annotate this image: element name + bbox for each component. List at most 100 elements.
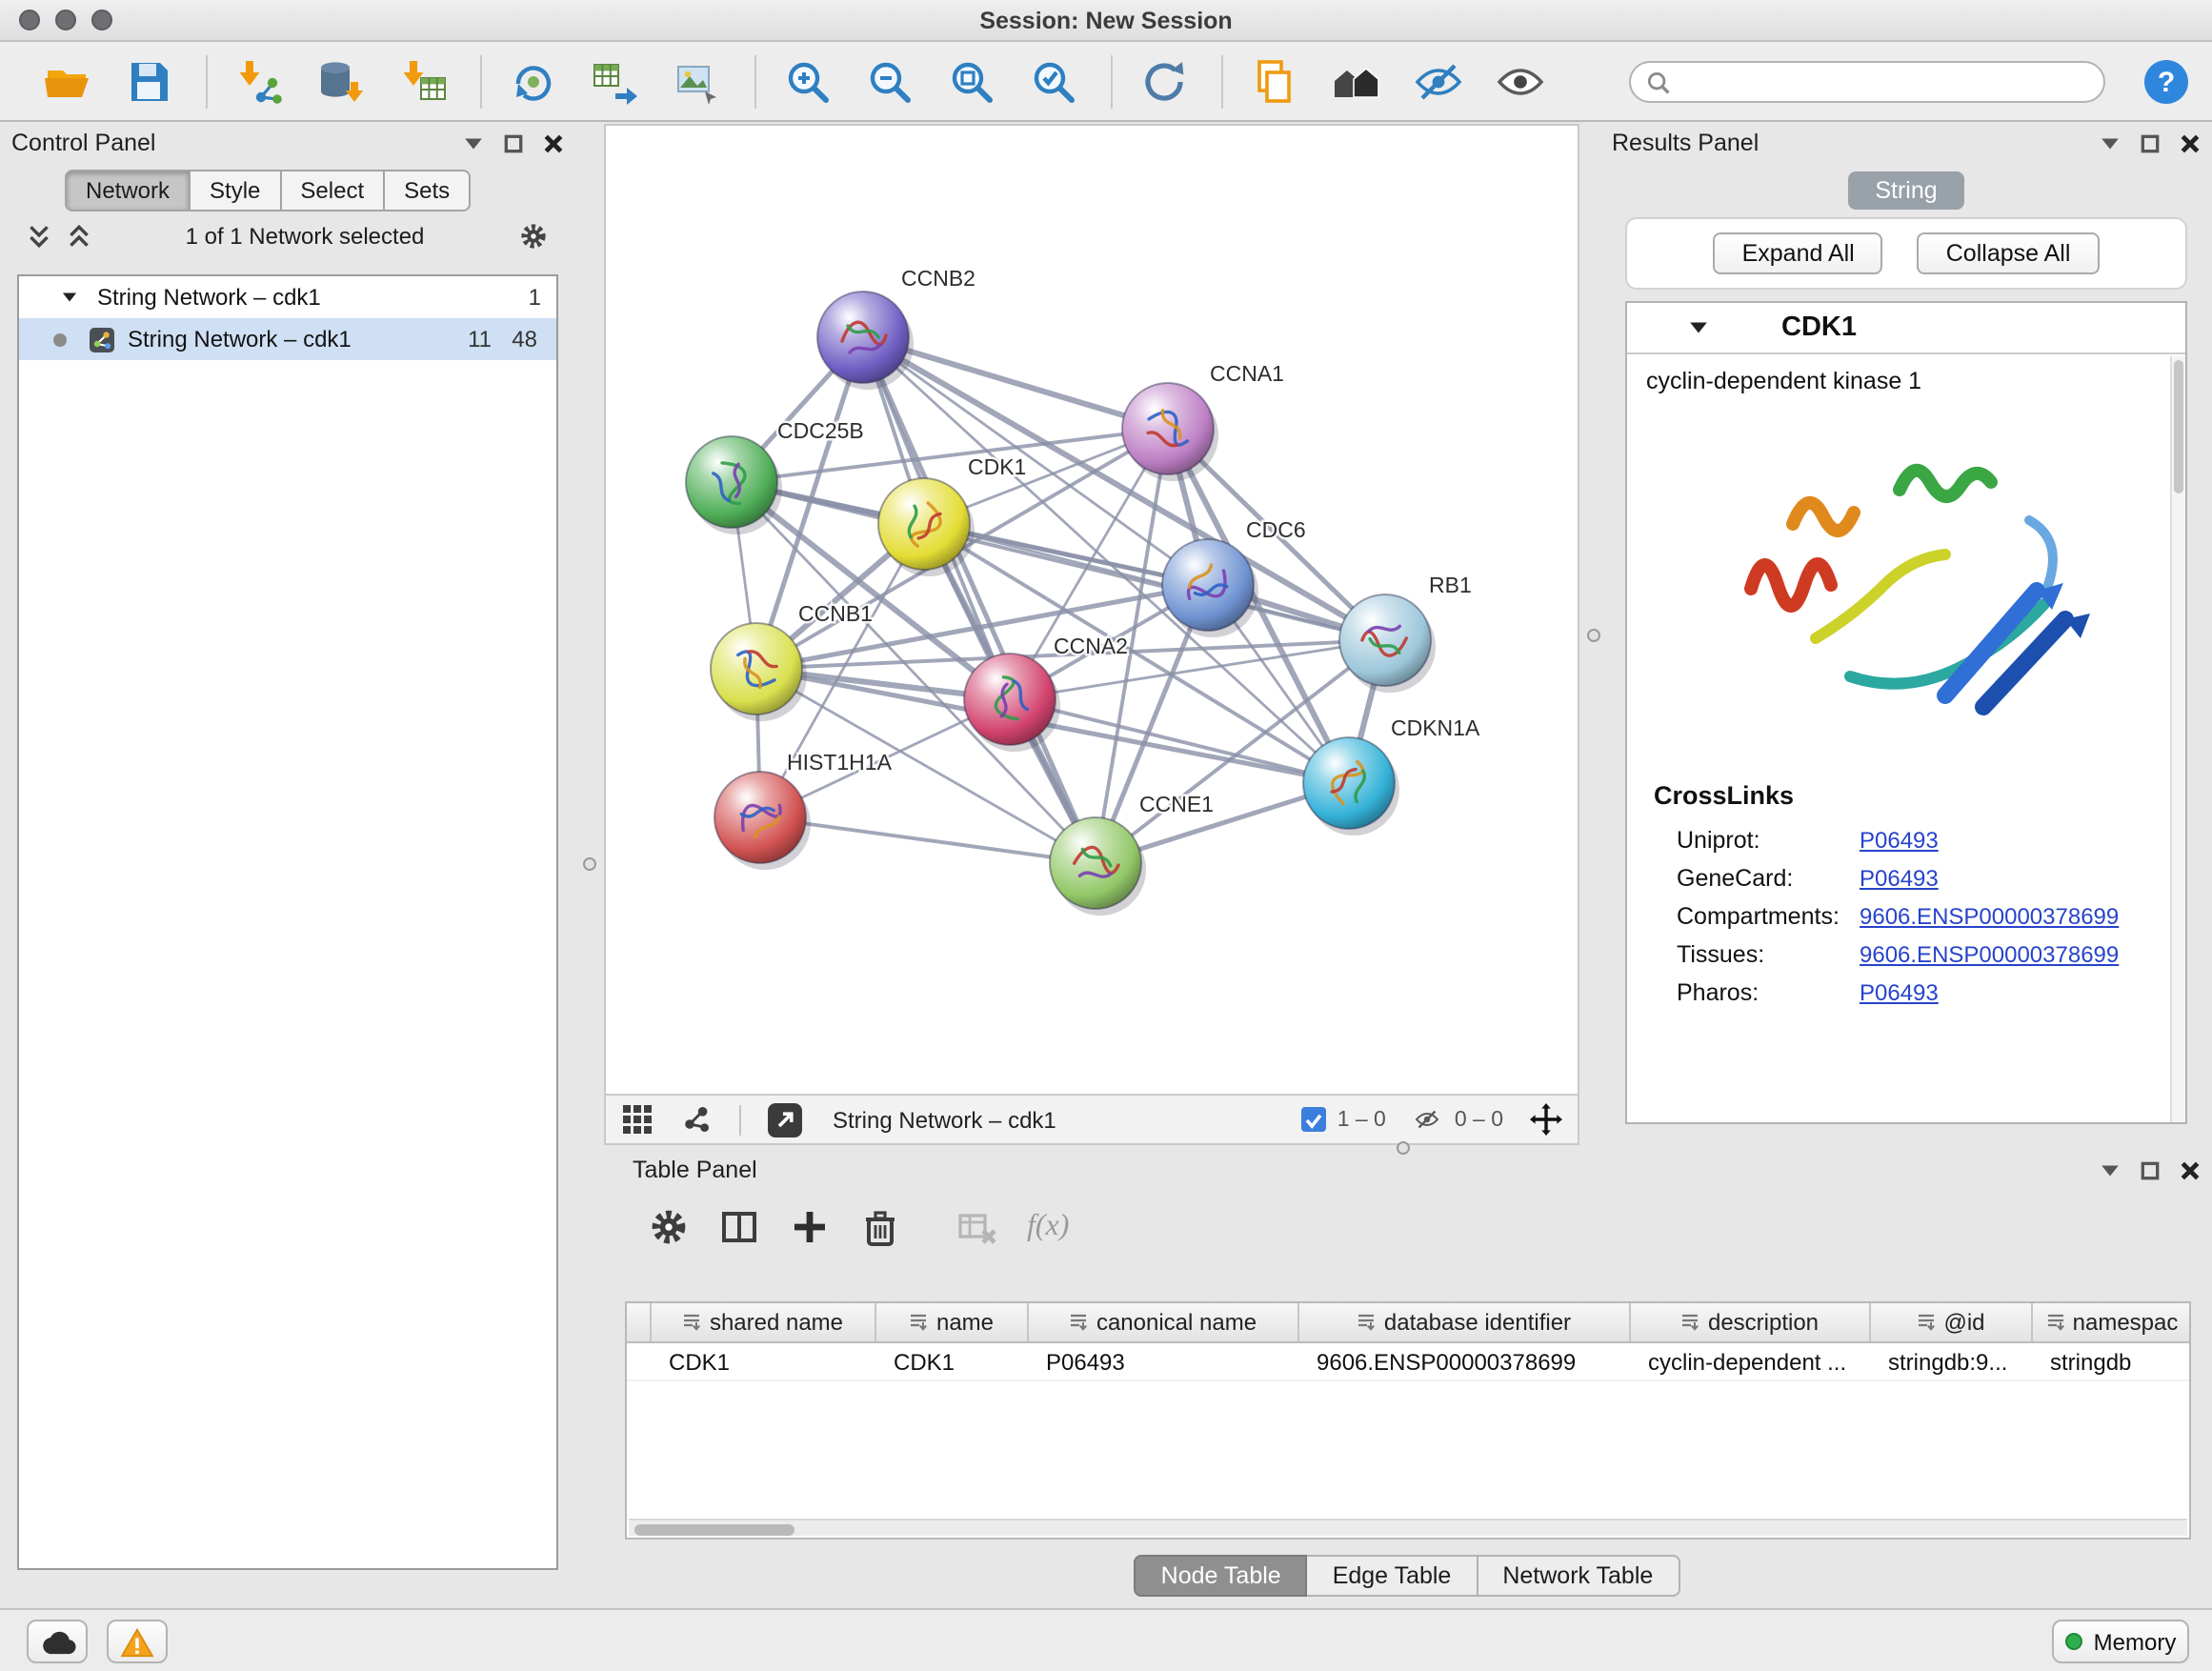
column-header-description[interactable]: description [1631, 1303, 1871, 1341]
expand-all-icon[interactable] [27, 223, 51, 250]
search-input[interactable] [1671, 69, 2088, 95]
expand-all-button[interactable]: Expand All [1714, 232, 1883, 274]
table-cell[interactable]: stringdb [2033, 1343, 2191, 1379]
table-row[interactable]: CDK1CDK1P064939606.ENSP00000378699cyclin… [627, 1343, 2189, 1381]
tab-select[interactable]: Select [281, 170, 385, 211]
panel-menu-icon[interactable] [2100, 1159, 2121, 1180]
table-settings-gear-icon[interactable] [648, 1206, 690, 1248]
panel-menu-icon[interactable] [463, 132, 484, 153]
results-scrollbar[interactable] [2170, 356, 2185, 1122]
function-builder-fx[interactable]: f(x) [1027, 1210, 1069, 1244]
help-button[interactable]: ? [2142, 57, 2191, 107]
table-cell[interactable]: cyclin-dependent ... [1631, 1343, 1871, 1379]
network-row-selected[interactable]: String Network – cdk1 11 48 [19, 318, 556, 360]
collapse-all-icon[interactable] [67, 223, 91, 250]
zoom-in-button[interactable] [783, 56, 833, 106]
gear-icon[interactable] [518, 221, 549, 252]
column-header--id[interactable]: @id [1871, 1303, 2033, 1341]
apply-layout-button[interactable] [1139, 56, 1189, 106]
tab-edge-table[interactable]: Edge Table [1308, 1555, 1478, 1597]
table-hscrollbar[interactable] [629, 1519, 2187, 1536]
float-panel-icon[interactable] [2140, 132, 2161, 153]
crosslink-link[interactable]: 9606.ENSP00000378699 [1860, 903, 2119, 930]
edge-CCNB2-CCNE1[interactable] [863, 337, 1096, 863]
network-glyph-icon[interactable] [680, 1103, 713, 1136]
zoom-out-button[interactable] [865, 56, 915, 106]
node-RB1[interactable]: RB1 [1339, 573, 1472, 693]
tab-sets[interactable]: Sets [385, 170, 471, 211]
tab-style[interactable]: Style [191, 170, 281, 211]
column-header-name[interactable]: name [876, 1303, 1029, 1341]
node-CDC6[interactable]: CDC6 [1162, 517, 1306, 637]
table-cell[interactable]: P06493 [1029, 1343, 1299, 1379]
table-cell[interactable]: CDK1 [652, 1343, 876, 1379]
network-canvas-svg[interactable]: CCNB2CCNA1CDC25BCDK1CDC6RB1CCNB1CCNA2CDK… [606, 126, 1578, 1094]
splitter-handle-left[interactable] [583, 857, 596, 871]
column-header-canonical-name[interactable]: canonical name [1029, 1303, 1299, 1341]
splitter-handle-right[interactable] [1587, 629, 1600, 642]
column-header-namespac[interactable]: namespac [2033, 1303, 2191, 1341]
close-panel-icon[interactable] [2180, 1159, 2201, 1180]
toolbar-separator [1111, 54, 1113, 108]
hide-graphics-button[interactable] [1414, 56, 1463, 106]
tab-network[interactable]: Network [65, 170, 191, 211]
maximize-window-button[interactable] [91, 10, 112, 30]
delete-column-icon[interactable] [859, 1206, 901, 1248]
open-in-new-icon[interactable] [768, 1102, 802, 1137]
copy-document-button[interactable] [1250, 56, 1299, 106]
crosslink-link[interactable]: 9606.ENSP00000378699 [1860, 941, 2119, 968]
home-pages-button[interactable] [1332, 56, 1381, 106]
close-window-button[interactable] [19, 10, 40, 30]
table-cell[interactable]: CDK1 [876, 1343, 1029, 1379]
selected-checkbox-icon[interactable] [1301, 1107, 1326, 1132]
pan-move-icon[interactable] [1530, 1103, 1562, 1136]
node-CCNA1[interactable]: CCNA1 [1122, 361, 1284, 481]
hscroll-thumb[interactable] [634, 1523, 794, 1535]
import-table-file-button[interactable] [398, 56, 448, 106]
minimize-window-button[interactable] [55, 10, 76, 30]
node-HIST1H1A[interactable]: HIST1H1A [714, 750, 893, 870]
warnings-button[interactable] [107, 1620, 168, 1663]
node-CDK1[interactable]: CDK1 [878, 454, 1026, 576]
tab-string[interactable]: String [1848, 171, 1963, 210]
network-tools-button[interactable] [509, 56, 558, 106]
float-panel-icon[interactable] [503, 132, 524, 153]
collapse-all-button[interactable]: Collapse All [1918, 232, 2100, 274]
tab-network-table[interactable]: Network Table [1478, 1555, 1679, 1597]
edge-count: 48 [492, 326, 537, 352]
network-collection-row[interactable]: String Network – cdk1 1 [19, 276, 556, 318]
fit-content-button[interactable] [947, 56, 996, 106]
close-panel-icon[interactable] [543, 132, 564, 153]
export-image-button[interactable] [673, 56, 722, 106]
table-cell[interactable]: stringdb:9... [1871, 1343, 2033, 1379]
splitter-handle-bottom[interactable] [1397, 1141, 1410, 1155]
crosslink-link[interactable]: P06493 [1860, 827, 1939, 854]
cloud-button[interactable] [27, 1620, 88, 1663]
open-session-button[interactable] [42, 56, 91, 106]
birds-eye-grid-icon[interactable] [621, 1103, 654, 1136]
export-table-button[interactable] [591, 56, 640, 106]
entry-collapse-triangle-icon[interactable] [1688, 318, 1709, 337]
column-header-database-identifier[interactable]: database identifier [1299, 1303, 1631, 1341]
table-cell[interactable]: 9606.ENSP00000378699 [1299, 1343, 1631, 1379]
zoom-selected-button[interactable] [1029, 56, 1078, 106]
tab-node-table[interactable]: Node Table [1135, 1555, 1308, 1597]
panel-menu-icon[interactable] [2100, 132, 2121, 153]
select-columns-icon[interactable] [718, 1206, 760, 1248]
close-panel-icon[interactable] [2180, 132, 2201, 153]
save-session-button[interactable] [124, 56, 173, 106]
crosslink-link[interactable]: P06493 [1860, 865, 1939, 892]
memory-button[interactable]: Memory [2052, 1620, 2189, 1663]
crosslink-link[interactable]: P06493 [1860, 979, 1939, 1006]
add-column-icon[interactable] [789, 1206, 831, 1248]
import-network-file-button[interactable] [234, 56, 284, 106]
node-CDKN1A[interactable]: CDKN1A [1303, 715, 1480, 836]
hidden-eye-slash-icon[interactable] [1413, 1107, 1443, 1132]
export-table-icon [591, 56, 640, 106]
node-CCNB2[interactable]: CCNB2 [817, 266, 975, 390]
collapse-triangle-icon[interactable] [61, 290, 78, 305]
show-graphics-button[interactable] [1496, 56, 1545, 106]
float-panel-icon[interactable] [2140, 1159, 2161, 1180]
column-header-shared-name[interactable]: shared name [652, 1303, 876, 1341]
import-network-database-button[interactable] [316, 56, 366, 106]
